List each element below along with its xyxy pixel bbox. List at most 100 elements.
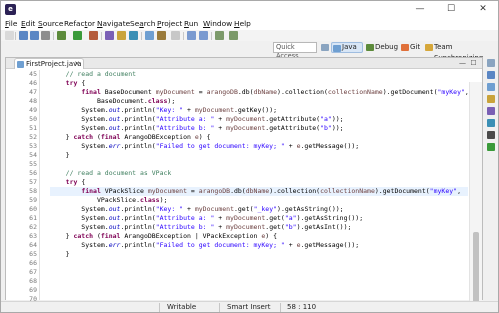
- menu-mnemonic: P: [157, 19, 162, 28]
- code-line: System.out.println("Attribute a: " + myD…: [50, 214, 364, 222]
- line-number: 61: [29, 214, 37, 222]
- line-number: 63: [29, 232, 37, 240]
- toolbar-separator: [53, 32, 54, 40]
- editor-tab-row: FirstProject.java ✕ — ☐: [6, 58, 482, 69]
- status-insert-mode: Smart Insert: [227, 303, 271, 311]
- open-type-icon[interactable]: [145, 31, 154, 40]
- search-icon[interactable]: [157, 31, 166, 40]
- next-annotation-icon[interactable]: [187, 31, 196, 40]
- open-perspective-icon: [321, 44, 329, 51]
- line-number: 69: [29, 286, 37, 294]
- line-number: 67: [29, 268, 37, 276]
- code-line: // read a document as VPack: [65, 169, 172, 177]
- debug-icon[interactable]: [57, 31, 66, 40]
- line-number: 56: [29, 169, 37, 177]
- maximize-editor-icon[interactable]: ☐: [469, 59, 478, 68]
- code-line: System.out.println("Attribute a: " + myD…: [50, 115, 344, 123]
- declaration-icon[interactable]: [487, 119, 495, 127]
- line-number: 65: [29, 250, 37, 258]
- menu-navigate[interactable]: Navigate: [97, 18, 130, 30]
- status-divider: [219, 303, 220, 312]
- prev-annotation-icon[interactable]: [199, 31, 208, 40]
- new-package-icon[interactable]: [117, 31, 126, 40]
- maximize-button[interactable]: ☐: [440, 1, 462, 18]
- perspective-bar: Quick Access Java Debug Git Team Synchro…: [1, 41, 498, 62]
- menu-run[interactable]: Run: [184, 18, 198, 30]
- menu-bar: File Edit Source Refactor Navigate Search Proj…: [1, 18, 498, 30]
- status-divider: [280, 303, 281, 312]
- minimize-button[interactable]: —: [409, 1, 431, 18]
- new-icon[interactable]: [5, 31, 14, 40]
- external-tools-icon[interactable]: [89, 31, 98, 40]
- menu-mnemonic: a: [139, 19, 144, 28]
- outline-icon[interactable]: [487, 71, 495, 79]
- menu-source[interactable]: Source: [38, 18, 63, 30]
- line-number: 48: [29, 97, 37, 105]
- code-line: }: [50, 250, 70, 258]
- back-icon[interactable]: [215, 31, 224, 40]
- line-number: 53: [29, 142, 37, 150]
- line-number: 54: [29, 151, 37, 159]
- scrollbar-thumb[interactable]: [473, 232, 479, 308]
- toolbar-separator: [101, 32, 102, 40]
- menu-window[interactable]: Window: [203, 18, 232, 30]
- forward-icon[interactable]: [229, 31, 238, 40]
- new-java-project-icon[interactable]: [105, 31, 114, 40]
- menu-mnemonic: N: [97, 19, 103, 28]
- java-perspective-icon: [333, 45, 341, 52]
- restore-icon[interactable]: [487, 59, 495, 67]
- current-code-line: final VPackSlice myDocument = arangoDB.d…: [50, 187, 468, 196]
- toolbar-separator: [183, 32, 184, 40]
- close-button[interactable]: ✕: [472, 1, 494, 18]
- line-number: 60: [29, 205, 37, 213]
- open-perspective-button[interactable]: [320, 42, 329, 53]
- code-line: }: [50, 151, 70, 159]
- menu-search[interactable]: Search: [130, 18, 155, 30]
- run-icon[interactable]: [73, 31, 82, 40]
- console-icon[interactable]: [487, 131, 495, 139]
- menu-edit[interactable]: Edit: [21, 18, 35, 30]
- toggle-breadcrumb-icon[interactable]: [171, 31, 180, 40]
- save-all-icon[interactable]: [30, 31, 39, 40]
- minimize-editor-icon[interactable]: —: [458, 59, 467, 68]
- close-tab-icon[interactable]: ✕: [74, 59, 80, 69]
- task-list-icon[interactable]: [487, 83, 495, 91]
- menu-file[interactable]: File: [5, 18, 17, 30]
- perspective-git[interactable]: Git: [400, 42, 424, 53]
- toolbar-separator: [141, 32, 142, 40]
- perspective-java[interactable]: Java: [331, 42, 363, 53]
- line-number: 47: [29, 88, 37, 96]
- perspective-team-synchronizing[interactable]: Team Synchronizing: [424, 42, 498, 62]
- save-icon[interactable]: [19, 31, 28, 40]
- right-trim-stack: [485, 57, 498, 300]
- code-area[interactable]: 45 46 47 48 49 50 51 52 53 54 55 56 57 58 59 60 61 62 63 64…: [6, 70, 482, 312]
- code-text[interactable]: // read a document try { final BaseDocum…: [50, 70, 468, 300]
- perspective-debug[interactable]: Debug: [365, 42, 399, 53]
- status-cursor-position: 58 : 110: [287, 303, 317, 311]
- team-sync-perspective-icon: [425, 44, 433, 51]
- line-number: 58: [29, 187, 37, 195]
- status-divider: [159, 303, 160, 312]
- java-file-icon: [17, 61, 24, 68]
- java-editor: FirstProject.java ✕ — ☐ 45 46 47 48 49 50 51 52…: [5, 57, 483, 312]
- javadoc-icon[interactable]: [487, 107, 495, 115]
- line-number: 52: [29, 133, 37, 141]
- menu-project[interactable]: Project: [157, 18, 182, 30]
- editor-vertical-scrollbar[interactable]: [469, 82, 482, 312]
- line-number: 45: [29, 70, 37, 78]
- quick-access-field[interactable]: Quick Access: [273, 42, 317, 60]
- code-line: } catch (final ArangoDBException e) {: [50, 133, 211, 141]
- menu-help[interactable]: Help: [234, 18, 251, 30]
- menu-refactor[interactable]: Refactor: [64, 18, 95, 30]
- perspective-label: Java: [342, 43, 357, 51]
- eclipse-window: e — ☐ ✕ File Edit Source Refactor Navigate Se…: [0, 0, 499, 313]
- progress-icon[interactable]: [487, 143, 495, 151]
- new-class-icon[interactable]: [129, 31, 138, 40]
- code-line: System.out.println("Key: " + myDocument.…: [50, 106, 278, 114]
- problems-icon[interactable]: [487, 95, 495, 103]
- editor-tab-firstproject[interactable]: FirstProject.java ✕: [14, 58, 84, 69]
- print-icon[interactable]: [41, 31, 50, 40]
- code-line: System.out.println("Key: " + myDocument.…: [50, 205, 344, 213]
- code-line: try {: [65, 178, 86, 186]
